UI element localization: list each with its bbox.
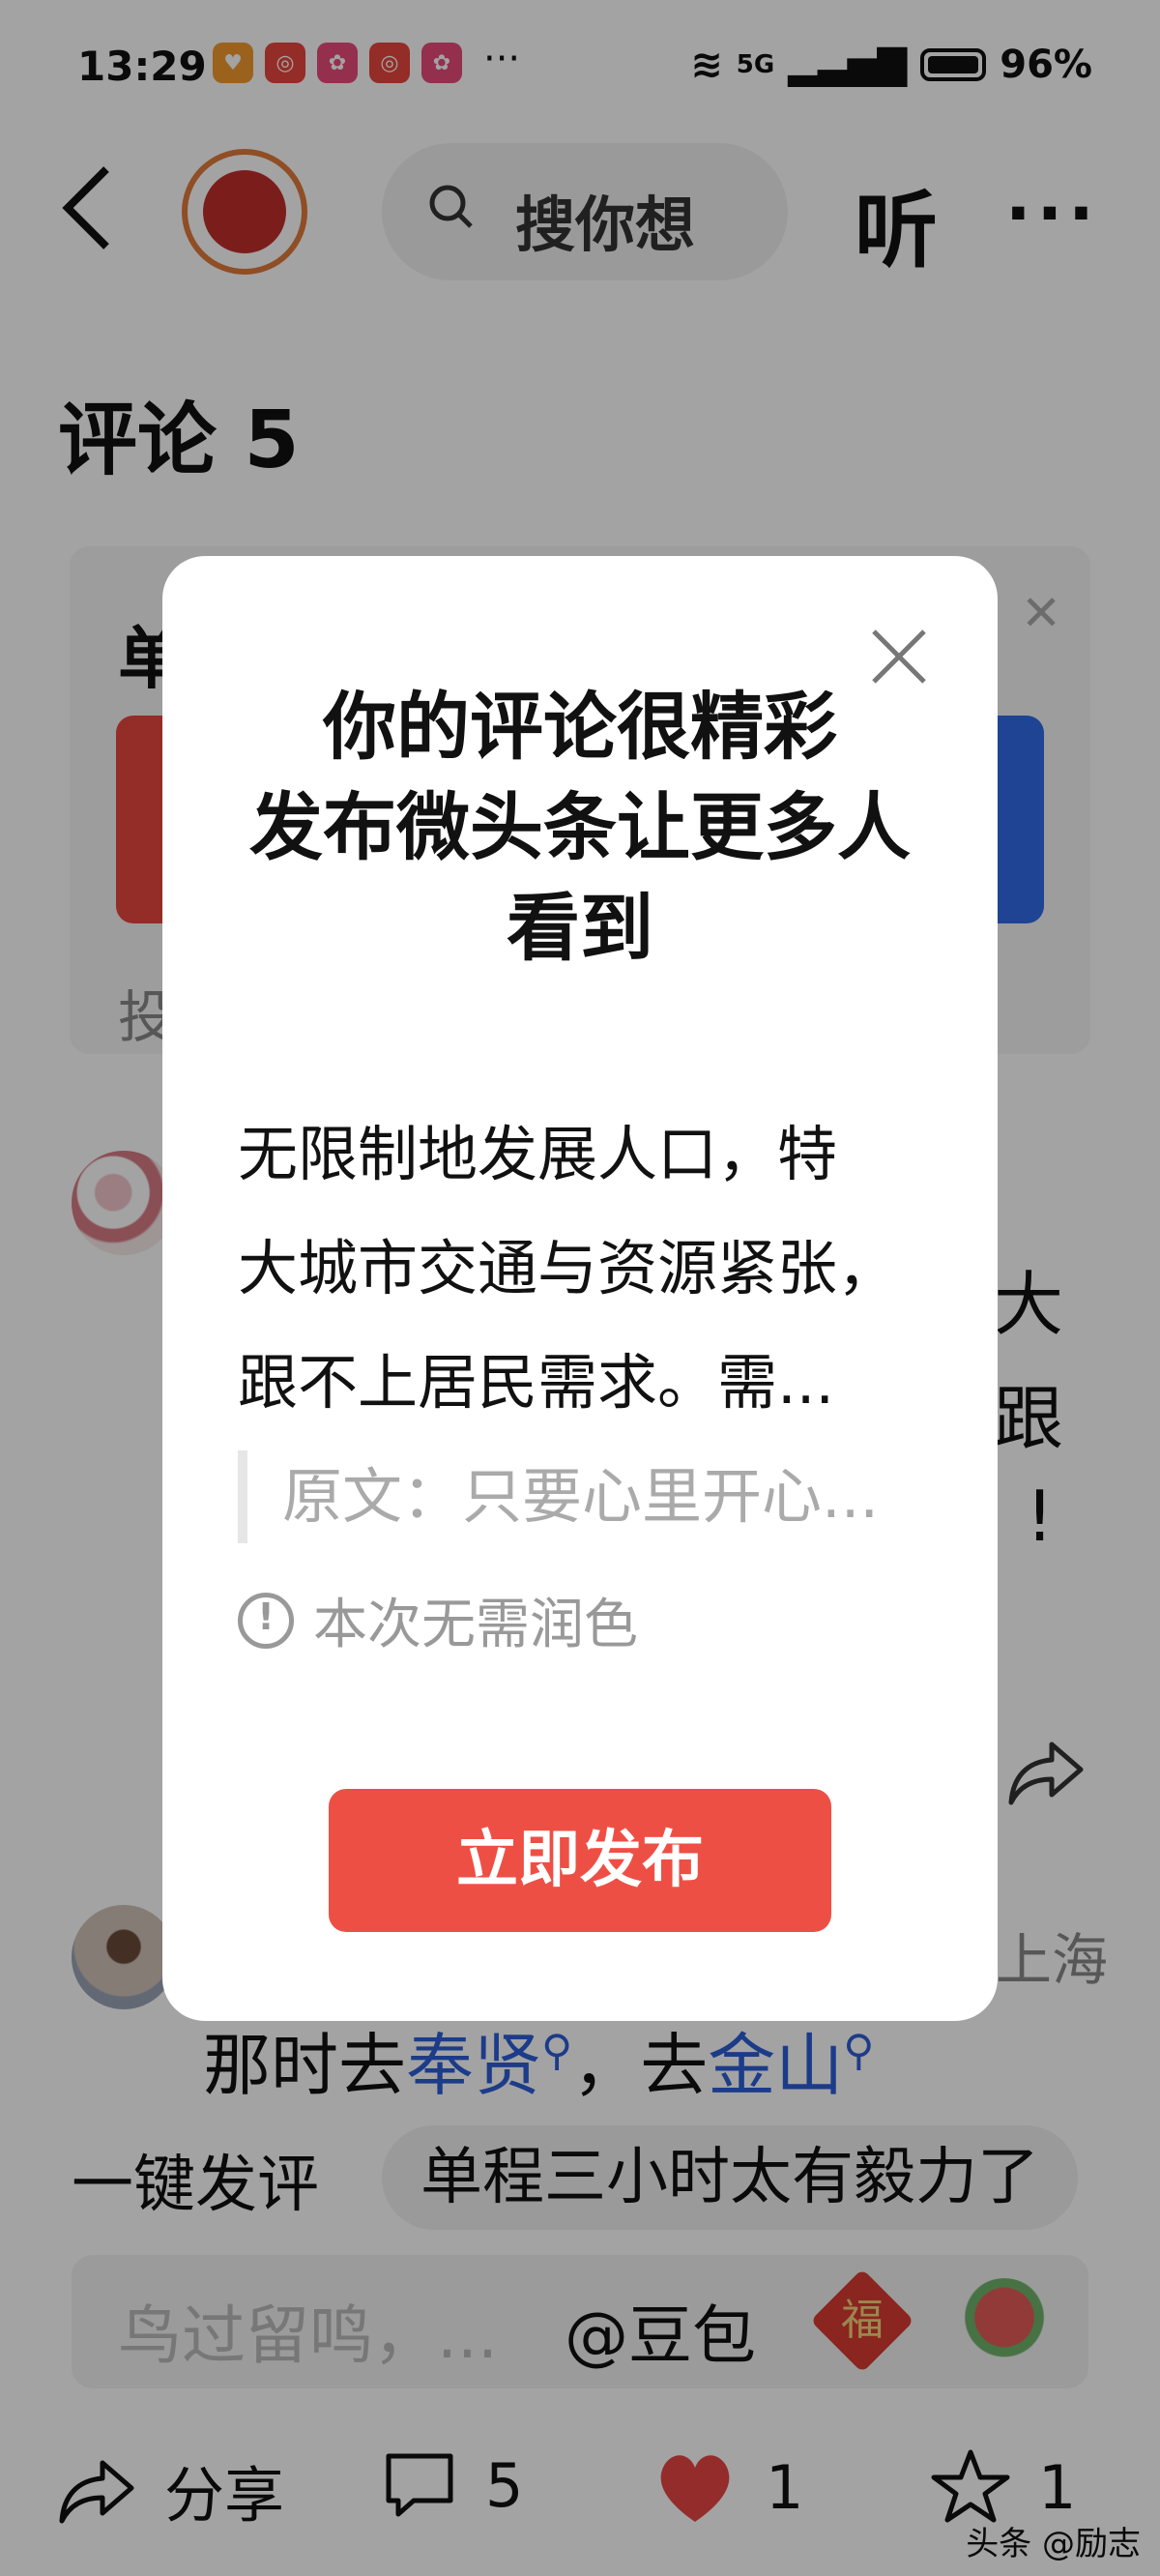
original-quote: 原文：只要心里开心...	[238, 1450, 924, 1543]
polish-notice: 本次无需润色	[238, 1581, 638, 1659]
dialog-body-line: 跟不上居民需求。需...	[238, 1347, 835, 1418]
info-icon	[238, 1592, 294, 1649]
dialog-title-line: 发布微头条让更多人	[249, 784, 911, 870]
publish-dialog: 你的评论很精彩 发布微头条让更多人 看到 无限制地发展人口，特 大城市交通与资源…	[162, 556, 998, 2021]
publish-button[interactable]: 立即发布	[329, 1789, 831, 1932]
page: 13:29 ♥ ◎ ✿ ◎ ✿ ··· ≋ 5G ▂▃▅▇ 96% 搜你想 听 …	[0, 0, 1160, 2576]
dialog-body-line: 无限制地发展人口，特	[238, 1119, 838, 1189]
dialog-body-line: 大城市交通与资源紧张，	[238, 1233, 898, 1303]
polish-notice-text: 本次无需润色	[313, 1594, 638, 1656]
dialog-comment-preview: 无限制地发展人口，特 大城市交通与资源紧张， 跟不上居民需求。需...	[238, 1098, 934, 1440]
dialog-title-line: 看到	[507, 885, 653, 971]
dialog-title-line: 你的评论很精彩	[323, 684, 837, 770]
dialog-title: 你的评论很精彩 发布微头条让更多人 看到	[162, 677, 998, 979]
